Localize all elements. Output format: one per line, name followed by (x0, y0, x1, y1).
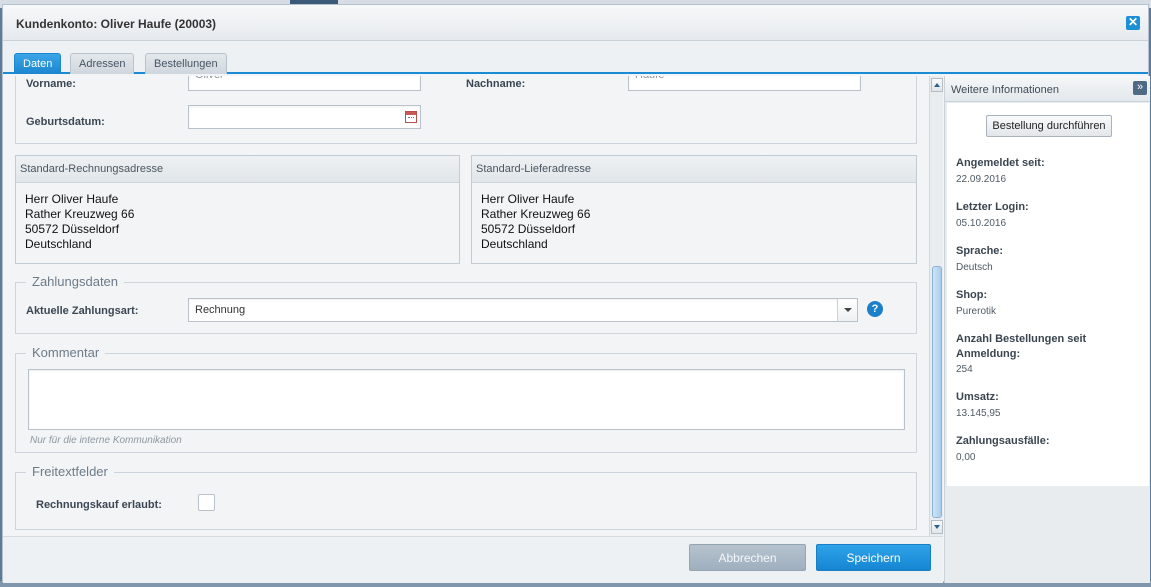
billing-address-line: Rather Kreuzweg 66 (25, 207, 135, 221)
info-label-payment-defaults: Zahlungsausfälle: (956, 435, 1050, 447)
info-value-order-count: 254 (956, 364, 973, 375)
billing-address-header: Standard-Rechnungsadresse (16, 156, 459, 183)
shipping-address-lines: Herr Oliver Haufe Rather Kreuzweg 66 505… (472, 183, 916, 252)
info-label-last-login: Letzter Login: (956, 201, 1029, 213)
comment-hint: Nur für die interne Kommunikation (30, 435, 182, 446)
form-footer: Abbrechen Speichern (3, 536, 943, 583)
lastname-input[interactable]: Haufe (628, 76, 861, 91)
firstname-input[interactable]: Oliver (188, 76, 421, 91)
place-order-button[interactable]: Bestellung durchführen (986, 115, 1112, 137)
window-titlebar[interactable]: Kundenkonto: Oliver Haufe (20003) ✕ (3, 5, 1148, 41)
scroll-up-icon[interactable] (931, 78, 943, 92)
info-sidebar: Weitere Informationen » Bestellung durch… (944, 76, 1150, 583)
billing-address-line: 50572 Düsseldorf (25, 222, 120, 236)
info-label-shop: Shop: (956, 289, 988, 301)
scrollbar-thumb[interactable] (932, 266, 942, 518)
firstname-label: Vorname: (26, 78, 76, 90)
info-label-revenue: Umsatz: (956, 391, 999, 403)
tab-adressen[interactable]: Adressen (70, 53, 135, 74)
shipping-address-box: Standard-Lieferadresse Herr Oliver Haufe… (471, 155, 917, 264)
calendar-icon[interactable] (405, 111, 417, 123)
info-label-order-count: Anzahl Bestellungen seit Anmeldung: (956, 333, 1087, 360)
tab-bestellungen[interactable]: Bestellungen (145, 53, 227, 74)
info-label-language: Sprache: (956, 245, 1004, 257)
window-title: Kundenkonto: Oliver Haufe (20003) (16, 17, 217, 31)
sidebar-header: Weitere Informationen » (945, 76, 1150, 102)
info-value-last-login: 05.10.2016 (956, 218, 1007, 229)
comment-textarea[interactable] (28, 369, 905, 430)
billing-address-box: Standard-Rechnungsadresse Herr Oliver Ha… (15, 155, 460, 264)
scroll-down-icon[interactable] (931, 520, 943, 534)
freetext-fieldset: Freitextfelder Rechnungskauf erlaubt: (15, 464, 917, 530)
invoice-purchase-label: Rechnungskauf erlaubt: (36, 499, 162, 511)
form-content: Vorname: Oliver Nachname: Haufe Geburtsd… (3, 76, 929, 534)
info-value-payment-defaults: 0,00 (956, 452, 976, 463)
chevron-down-icon[interactable] (837, 299, 857, 321)
shipping-address-line: Deutschland (481, 237, 548, 251)
info-value-revenue: 13.145,95 (956, 408, 1001, 419)
tab-daten[interactable]: Daten (14, 53, 62, 74)
cancel-button[interactable]: Abbrechen (689, 544, 806, 571)
comment-fieldset: Kommentar Nur für die interne Kommunikat… (15, 345, 917, 453)
birthday-label: Geburtsdatum: (26, 116, 105, 128)
info-value-language: Deutsch (956, 262, 993, 273)
billing-address-line: Herr Oliver Haufe (25, 192, 119, 206)
shipping-address-line: Herr Oliver Haufe (481, 192, 575, 206)
billing-address-line: Deutschland (25, 237, 92, 251)
help-icon[interactable]: ? (867, 301, 883, 317)
info-value-registered: 22.09.2016 (956, 174, 1007, 185)
billing-address-lines: Herr Oliver Haufe Rather Kreuzweg 66 505… (16, 183, 459, 252)
form-scrollbar[interactable] (929, 76, 943, 536)
lastname-label: Nachname: (466, 78, 526, 90)
payment-legend: Zahlungsdaten (26, 274, 125, 289)
personal-data-fieldset: Vorname: Oliver Nachname: Haufe Geburtsd… (15, 76, 917, 144)
sidebar-body: Bestellung durchführen Angemeldet seit: … (947, 103, 1149, 486)
comment-legend: Kommentar (26, 345, 106, 360)
close-icon[interactable]: ✕ (1126, 16, 1140, 30)
collapse-icon[interactable]: » (1133, 81, 1147, 95)
info-value-shop: Purerotik (956, 306, 997, 317)
payment-method-label: Aktuelle Zahlungsart: (26, 305, 139, 317)
payment-method-value: Rechnung (195, 304, 246, 316)
payment-fieldset: Zahlungsdaten Aktuelle Zahlungsart: Rech… (15, 274, 917, 334)
birthday-input[interactable] (188, 105, 421, 129)
info-label-registered: Angemeldet seit: (956, 157, 1045, 169)
invoice-purchase-checkbox[interactable] (198, 494, 215, 511)
shipping-address-line: 50572 Düsseldorf (481, 222, 576, 236)
payment-method-select[interactable]: Rechnung (188, 298, 858, 322)
tab-bar: Daten Adressen Bestellungen (3, 41, 1148, 74)
sidebar-title: Weitere Informationen (951, 84, 1060, 96)
freetext-legend: Freitextfelder (26, 464, 114, 479)
save-button[interactable]: Speichern (816, 544, 931, 571)
shipping-address-header: Standard-Lieferadresse (472, 156, 916, 183)
shipping-address-line: Rather Kreuzweg 66 (481, 207, 591, 221)
customer-account-window: Kundenkonto: Oliver Haufe (20003) ✕ Date… (2, 4, 1150, 583)
